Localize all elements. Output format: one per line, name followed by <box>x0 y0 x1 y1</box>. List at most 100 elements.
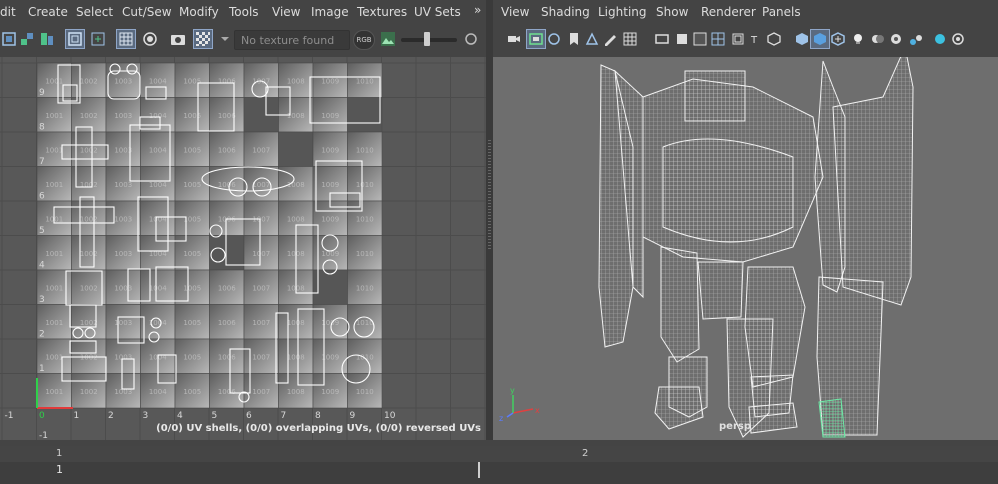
gate-mask-icon[interactable] <box>691 30 709 48</box>
udim-label: 1002 <box>80 112 98 120</box>
isolate-select-icon[interactable] <box>65 29 85 49</box>
film-gate-icon[interactable] <box>653 30 671 48</box>
uv-editor-panel: dit Create Select Cut/Sew Modify Tools V… <box>0 0 486 440</box>
menu-edit[interactable]: dit <box>0 5 16 19</box>
frame-icon[interactable] <box>89 30 107 48</box>
checker-icon[interactable] <box>193 29 213 49</box>
axis-x-line <box>512 408 534 414</box>
menu-shading[interactable]: Shading <box>541 5 590 19</box>
default-material-icon[interactable] <box>810 29 830 49</box>
menu-tools[interactable]: Tools <box>229 5 259 19</box>
udim-label: 1007 <box>252 284 270 292</box>
v-axis-label: 6 <box>39 192 45 202</box>
u-axis-label: 5 <box>212 411 218 421</box>
menu-overflow-icon[interactable]: » <box>474 3 481 17</box>
time-cursor[interactable] <box>478 462 480 478</box>
udim-label: 1002 <box>80 146 98 154</box>
ambient-occlusion-icon[interactable] <box>887 30 905 48</box>
udim-label: 1004 <box>149 146 167 154</box>
panel-splitter[interactable] <box>486 0 493 440</box>
gamma-slider[interactable] <box>401 32 457 46</box>
menu-view[interactable]: View <box>272 5 300 19</box>
udim-label: 1001 <box>45 250 63 258</box>
exposure-icon[interactable] <box>379 30 397 48</box>
robot-wireframe-view[interactable]: x y z <box>493 57 998 440</box>
axis-z-line <box>506 412 514 418</box>
timeline-tick-end: 2 <box>582 448 589 459</box>
texture-field[interactable]: No texture found <box>234 30 350 50</box>
udim-label: 1003 <box>114 284 132 292</box>
udim-label: 1010 <box>356 77 374 85</box>
menu-select[interactable]: Select <box>76 5 113 19</box>
udim-label: 1001 <box>45 388 63 396</box>
bookmark-icon[interactable] <box>545 30 563 48</box>
time-slider-track[interactable]: 1 2 <box>0 446 998 462</box>
field-chart-icon[interactable] <box>709 30 727 48</box>
flip-v-icon[interactable] <box>38 30 56 48</box>
axis-x-label: x <box>535 406 540 415</box>
udim-label: 1010 <box>356 353 374 361</box>
shaded-icon[interactable] <box>141 30 159 48</box>
safe-action-icon[interactable] <box>729 30 747 48</box>
antialiasing-icon[interactable] <box>907 30 925 48</box>
udim-label: 1005 <box>183 353 201 361</box>
grid-icon[interactable] <box>116 29 136 49</box>
select-camera-icon[interactable] <box>505 30 523 48</box>
udim-label: 1002 <box>80 215 98 223</box>
wireframe-icon[interactable] <box>765 30 783 48</box>
menu-modify[interactable]: Modify <box>179 5 219 19</box>
menu-textures[interactable]: Textures <box>357 5 407 19</box>
uv-grid-canvas[interactable]: 1001 1002 1003 1004 1005 1006 1007 1008 1009 1010… <box>0 57 486 440</box>
dropdown-arrow-icon[interactable] <box>216 30 234 48</box>
v-axis-label: -1 <box>39 431 48 440</box>
smooth-shade-icon[interactable] <box>793 30 811 48</box>
menu-lighting[interactable]: Lighting <box>598 5 647 19</box>
menu-image[interactable]: Image <box>311 5 349 19</box>
gamma-slider-handle[interactable] <box>424 32 430 46</box>
menu-view[interactable]: View <box>501 5 529 19</box>
udim-label: 1007 <box>252 353 270 361</box>
menu-panels[interactable]: Panels <box>762 5 801 19</box>
u-axis-label: 9 <box>350 411 356 421</box>
viewport-menubar: View Shading Lighting Show Renderer Pane… <box>493 0 998 23</box>
uv-shell-icon[interactable] <box>0 30 18 48</box>
uv-tile <box>278 131 314 167</box>
snapshot-icon[interactable] <box>169 30 187 48</box>
uv-editor-toolbar: No texture found RGB <box>0 23 486 57</box>
camera-attributes-icon[interactable] <box>526 29 546 49</box>
menu-create[interactable]: Create <box>28 5 68 19</box>
udim-label: 1001 <box>45 77 63 85</box>
image-plane-icon[interactable] <box>565 30 583 48</box>
2d-pan-icon[interactable] <box>583 30 601 48</box>
safe-title-icon[interactable]: T <box>747 30 765 48</box>
robot-part <box>697 261 744 320</box>
u-axis-label: 8 <box>315 411 321 421</box>
flip-u-icon[interactable] <box>18 30 36 48</box>
udim-label: 1006 <box>218 112 236 120</box>
udim-label: 1006 <box>218 388 236 396</box>
resolution-gate-icon[interactable] <box>673 30 691 48</box>
udim-label: 1002 <box>80 77 98 85</box>
menu-show[interactable]: Show <box>656 5 688 19</box>
xray-icon[interactable] <box>949 30 967 48</box>
rgb-channel-icon[interactable]: RGB <box>353 30 375 50</box>
u-axis-label: 4 <box>177 411 183 421</box>
exposure-reset-icon[interactable] <box>462 30 480 48</box>
menu-renderer[interactable]: Renderer <box>701 5 756 19</box>
uv-grid-view[interactable]: 1001 1002 1003 1004 1005 1006 1007 1008 1009 1010… <box>0 57 486 440</box>
v-axis-label: 2 <box>39 330 45 340</box>
udim-label: 1005 <box>183 146 201 154</box>
use-all-lights-icon[interactable] <box>849 30 867 48</box>
grease-pencil-icon[interactable] <box>601 30 619 48</box>
udim-label: 1002 <box>80 181 98 189</box>
grid-icon[interactable] <box>621 30 639 48</box>
perspective-viewport[interactable]: x y z persp <box>493 57 998 440</box>
time-slider[interactable]: 1 2 1 <box>0 446 998 484</box>
textured-icon[interactable] <box>829 30 847 48</box>
udim-label: 1009 <box>321 215 339 223</box>
udim-label: 1001 <box>45 146 63 154</box>
isolate-icon[interactable] <box>931 30 949 48</box>
menu-uv-sets[interactable]: UV Sets <box>414 5 461 19</box>
menu-cut-sew[interactable]: Cut/Sew <box>122 5 172 19</box>
shadows-icon[interactable] <box>869 30 887 48</box>
